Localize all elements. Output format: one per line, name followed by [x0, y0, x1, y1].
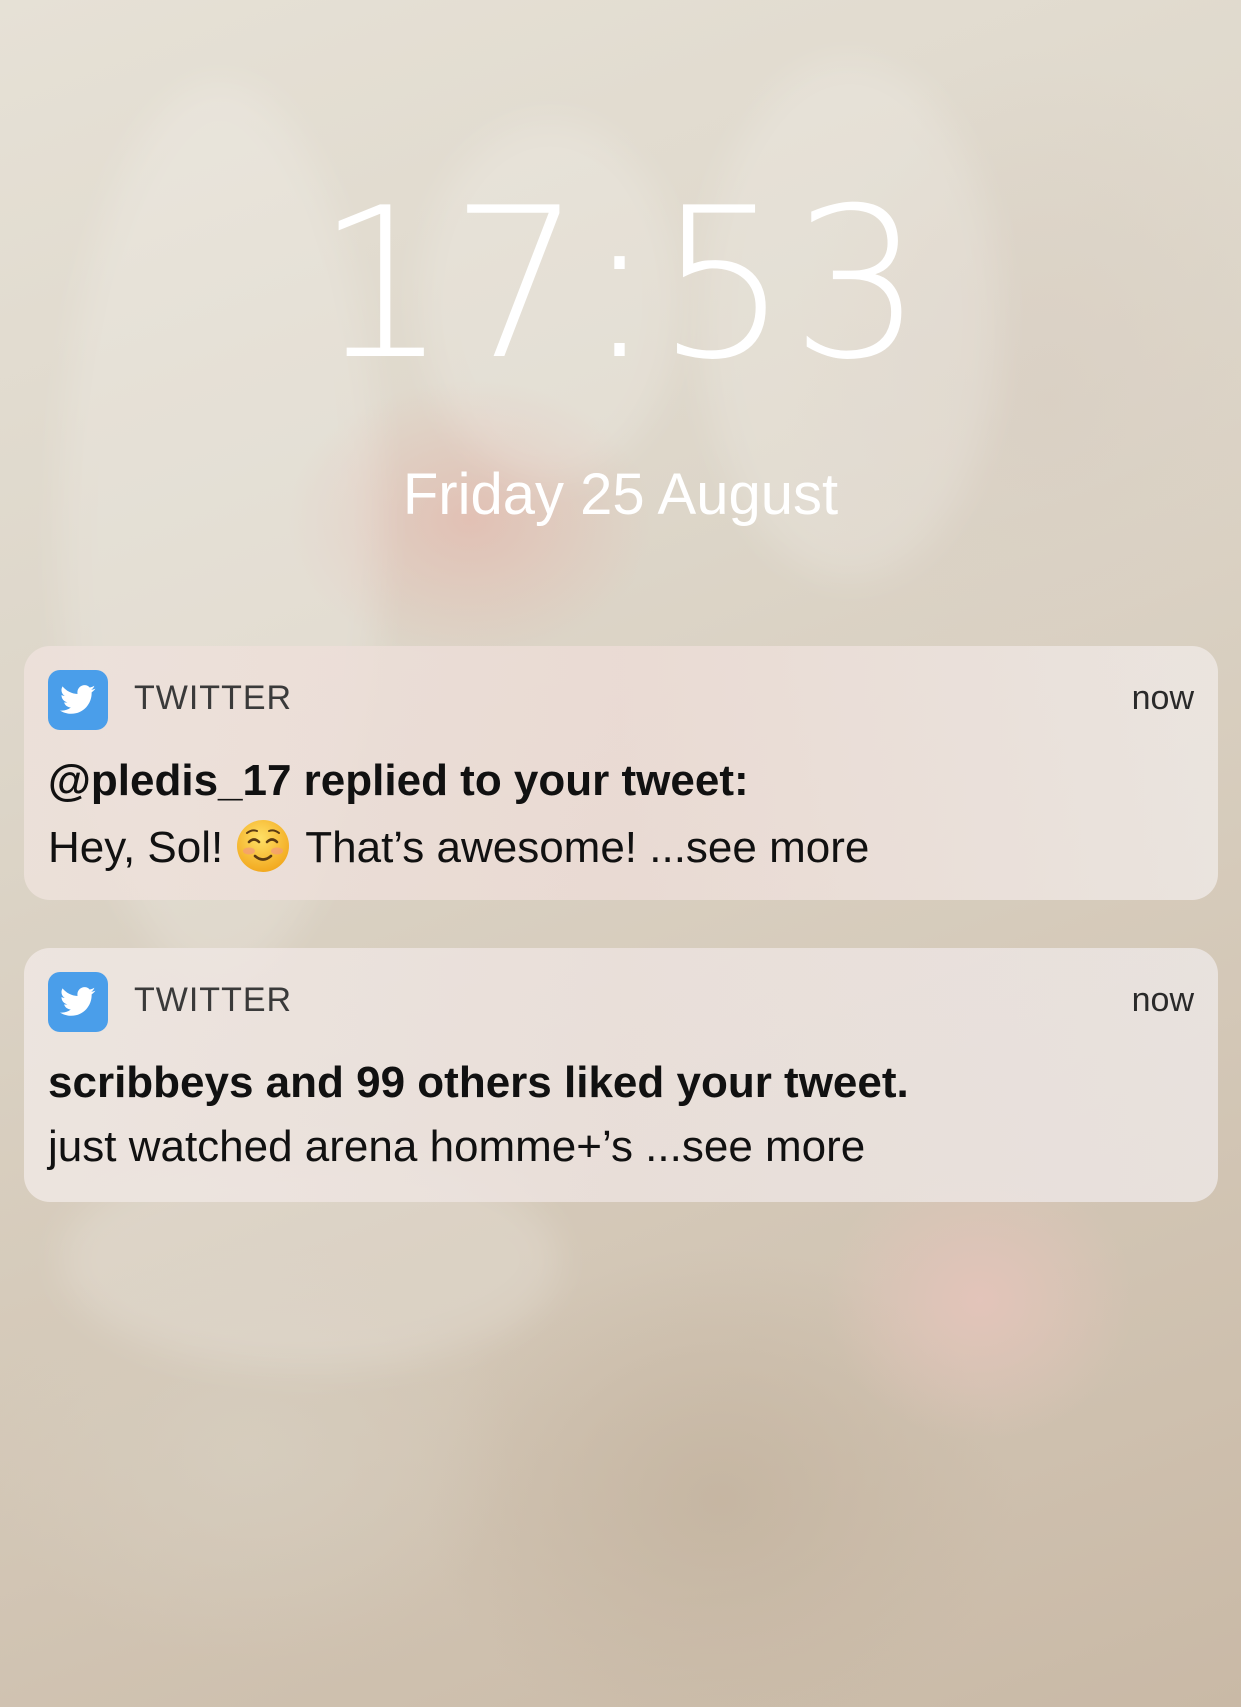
twitter-bird-icon [48, 972, 108, 1032]
notification-body-start: Hey, Sol! [48, 823, 224, 872]
notification-title: @pledis_17 replied to your tweet: [48, 756, 749, 805]
notification-app-name: TWITTER [134, 679, 293, 717]
notification-body-end: That’s awesome! ...see more [305, 823, 870, 872]
notification-app-name: TWITTER [134, 981, 293, 1019]
notification-title: scribbeys and 99 others liked your tweet… [48, 1058, 909, 1107]
notification-body: Hey, Sol! That’s awesome! ...see more [48, 818, 869, 875]
notification-card[interactable]: TWITTER now @pledis_17 replied to your t… [24, 646, 1218, 900]
notification-timestamp: now [1131, 679, 1194, 717]
notification-body: just watched arena homme+’s ...see more [48, 1122, 866, 1171]
notification-card[interactable]: TWITTER now scribbeys and 99 others like… [24, 948, 1218, 1202]
lockscreen-clock: 17:53 [315, 164, 926, 406]
lockscreen-date: Friday 25 August [402, 462, 839, 527]
smiling-face-icon [235, 818, 291, 874]
notification-timestamp: now [1131, 981, 1194, 1019]
twitter-bird-icon [48, 670, 108, 730]
